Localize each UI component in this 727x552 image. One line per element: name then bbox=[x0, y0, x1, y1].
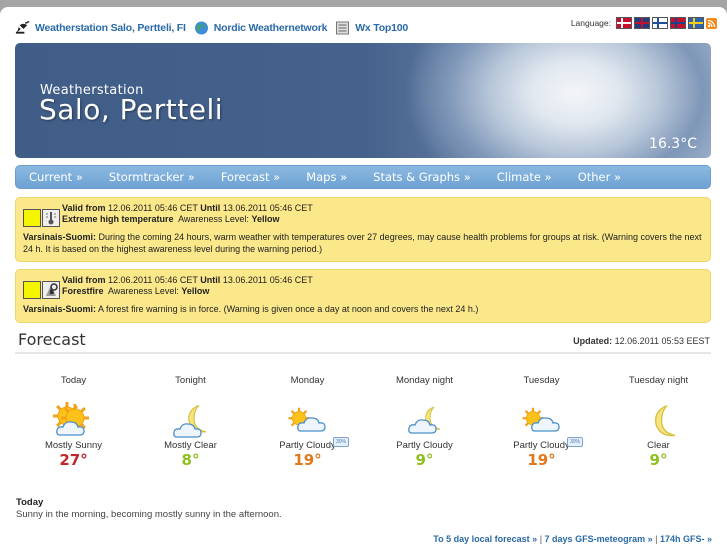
day-name: Tonight bbox=[175, 375, 206, 386]
forecast-day: Monday night Partly Cloudy 9° bbox=[366, 375, 483, 485]
forecast-title: Forecast bbox=[18, 330, 86, 349]
day-temperature: 27° bbox=[59, 451, 88, 469]
separator: | bbox=[655, 534, 658, 544]
globe-icon bbox=[194, 21, 208, 35]
link-wx-top100[interactable]: Wx Top100 bbox=[355, 22, 408, 34]
today-summary-text: Sunny in the morning, becoming mostly su… bbox=[16, 509, 282, 520]
nav-climate[interactable]: Climate » bbox=[497, 170, 552, 184]
day-name: Monday night bbox=[395, 375, 454, 386]
flag-finnish-icon[interactable] bbox=[652, 17, 668, 29]
link-5-day-forecast[interactable]: To 5 day local forecast » bbox=[433, 534, 537, 544]
forecast-day: Tuesday night Clear 9° bbox=[600, 375, 717, 485]
day-condition: Partly Cloudy bbox=[396, 440, 453, 451]
forecast-day: Tuesday 30% Partly Cloudy 19° bbox=[483, 375, 600, 485]
thermometer-icon bbox=[42, 209, 60, 227]
until-label: Until bbox=[200, 203, 221, 213]
separator: | bbox=[539, 534, 543, 544]
banner-title: Salo, Pertteli bbox=[39, 93, 224, 126]
until-label: Until bbox=[200, 275, 221, 285]
main-nav: Current » Stormtracker » Forecast » Maps… bbox=[15, 165, 711, 189]
precipitation-badge: 30% bbox=[332, 437, 349, 447]
current-temperature: 16.3°C bbox=[649, 136, 697, 152]
day-temperature: 9° bbox=[649, 451, 668, 469]
warning-description: During the coming 24 hours, warm weather… bbox=[23, 232, 702, 254]
flag-danish-icon[interactable] bbox=[616, 17, 632, 29]
valid-from: 12.06.2011 05:46 CET bbox=[108, 275, 198, 285]
flag-english-icon[interactable] bbox=[634, 17, 650, 29]
day-name: Tuesday night bbox=[628, 375, 689, 386]
warning-region: Varsinais-Suomi: bbox=[23, 304, 97, 314]
forecast-updated: Updated: 12.06.2011 05:53 EEST bbox=[573, 336, 710, 346]
nav-stormtracker[interactable]: Stormtracker » bbox=[109, 170, 195, 184]
awareness-label: Awareness Level: bbox=[178, 214, 249, 224]
mostly-sunny-icon bbox=[51, 401, 97, 439]
awareness-label: Awareness Level: bbox=[108, 286, 179, 296]
list-icon bbox=[336, 21, 350, 35]
forestfire-icon bbox=[42, 281, 60, 299]
link-nordic-weathernetwork[interactable]: Nordic Weathernetwork bbox=[214, 22, 328, 34]
header-banner: Weatherstation Salo, Pertteli 16.3°C bbox=[15, 43, 711, 158]
warning-region: Varsinais-Suomi: bbox=[23, 232, 97, 242]
flag-swedish-icon[interactable] bbox=[688, 17, 704, 29]
day-name: Today bbox=[60, 375, 87, 386]
satellite-dish-icon bbox=[15, 21, 30, 34]
valid-from-label: Valid from bbox=[62, 275, 106, 285]
clear-night-icon bbox=[636, 401, 682, 439]
valid-until: 13.06.2011 05:46 CET bbox=[222, 203, 313, 213]
warning-type: Extreme high temperature bbox=[62, 214, 174, 224]
nav-stats-graphs[interactable]: Stats & Graphs » bbox=[373, 170, 471, 184]
day-condition: Mostly Sunny bbox=[44, 440, 103, 451]
partly-cloudy-night-icon bbox=[402, 401, 448, 439]
nav-current[interactable]: Current » bbox=[29, 170, 83, 184]
mostly-clear-night-icon bbox=[168, 401, 214, 439]
forecast-days: Today Mostly Sunny 27° Tonight Mostly Clear 8… bbox=[15, 375, 717, 485]
warning-description: A forest fire warning is in force. (Warn… bbox=[98, 304, 479, 314]
partly-cloudy-icon bbox=[285, 401, 331, 439]
awareness-level: Yellow bbox=[251, 214, 280, 224]
awareness-level: Yellow bbox=[181, 286, 210, 296]
forecast-day: Monday 30% Partly Cloudy 19° bbox=[249, 375, 366, 485]
day-condition: Clear bbox=[647, 440, 670, 451]
day-condition: Mostly Clear bbox=[164, 440, 217, 451]
flag-norwegian-icon[interactable] bbox=[670, 17, 686, 29]
language-label: Language: bbox=[570, 18, 611, 28]
link-weatherstation[interactable]: Weatherstation Salo, Pertteli, FI bbox=[35, 22, 186, 34]
nav-other[interactable]: Other » bbox=[578, 170, 621, 184]
nav-forecast[interactable]: Forecast » bbox=[221, 170, 280, 184]
valid-until: 13.06.2011 05:46 CET bbox=[222, 275, 313, 285]
rss-icon[interactable] bbox=[706, 17, 717, 29]
day-temperature: 9° bbox=[415, 451, 434, 469]
awareness-level-swatch bbox=[23, 209, 41, 227]
page: Weatherstation Salo, Pertteli, FI Nordic… bbox=[0, 7, 727, 552]
warning-panel: Valid from 12.06.2011 05:46 CET Until 13… bbox=[15, 269, 711, 323]
language-selector: Language: bbox=[571, 17, 717, 29]
forecast-day: Tonight Mostly Clear 8° bbox=[132, 375, 249, 485]
divider bbox=[15, 352, 711, 354]
day-temperature: 8° bbox=[181, 451, 200, 469]
warning-panel: Valid from 12.06.2011 05:46 CET Until 13… bbox=[15, 197, 711, 262]
today-summary-title: Today bbox=[16, 497, 44, 508]
awareness-level-swatch bbox=[23, 281, 41, 299]
partly-cloudy-icon bbox=[519, 401, 565, 439]
forecast-links: To 5 day local forecast » | 7 days GFS-m… bbox=[433, 534, 712, 544]
day-name: Monday bbox=[290, 375, 325, 386]
updated-time: 12.06.2011 05:53 EEST bbox=[614, 336, 710, 346]
link-gfs-meteogram[interactable]: 7 days GFS-meteogram » bbox=[545, 534, 653, 544]
forecast-day: Today Mostly Sunny 27° bbox=[15, 375, 132, 485]
warning-type: Forestfire bbox=[62, 286, 104, 296]
updated-label: Updated: bbox=[573, 336, 613, 346]
day-name: Tuesday bbox=[523, 375, 560, 386]
day-temperature: 19° bbox=[527, 451, 556, 469]
valid-from-label: Valid from bbox=[62, 203, 106, 213]
valid-from: 12.06.2011 05:46 CET bbox=[108, 203, 198, 213]
top-bar: Weatherstation Salo, Pertteli, FI Nordic… bbox=[15, 17, 717, 39]
day-temperature: 19° bbox=[293, 451, 322, 469]
nav-maps[interactable]: Maps » bbox=[306, 170, 347, 184]
link-174h-gfs[interactable]: 174h GFS- » bbox=[660, 534, 712, 544]
precipitation-badge: 30% bbox=[566, 437, 583, 447]
